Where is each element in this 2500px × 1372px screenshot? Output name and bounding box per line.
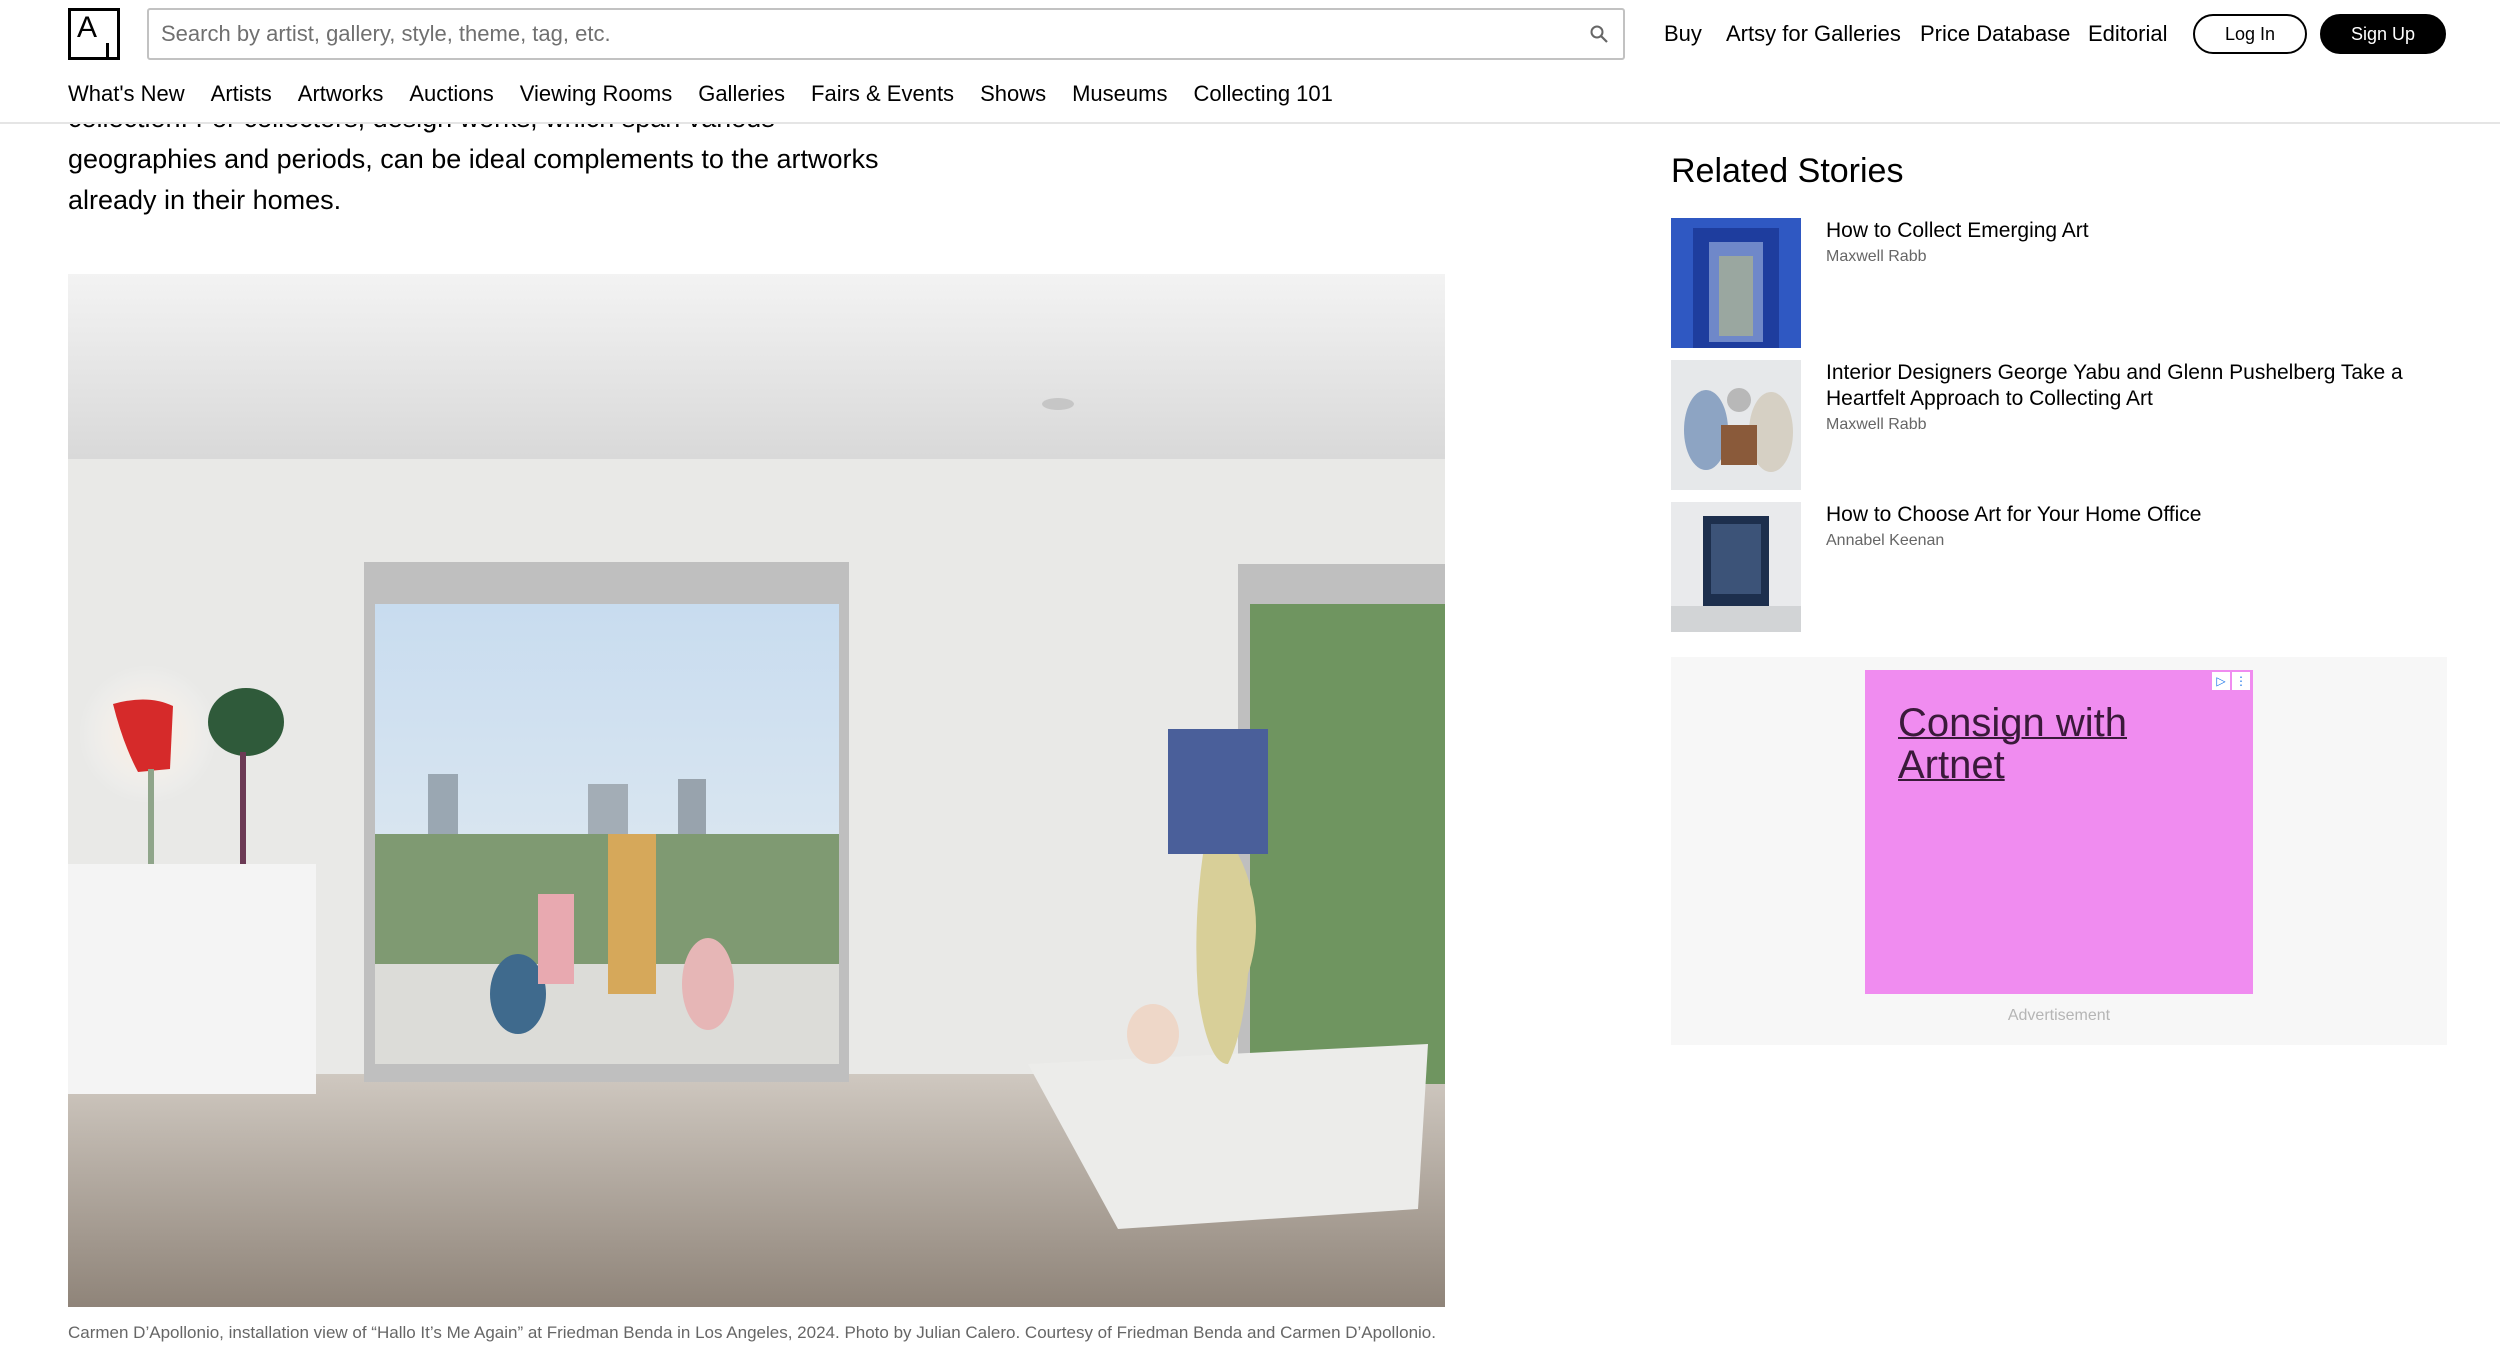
- related-story-item[interactable]: How to Choose Art for Your Home Office A…: [1671, 502, 2447, 632]
- top-nav-galleries[interactable]: Artsy for Galleries: [1726, 14, 1901, 54]
- image-caption: Carmen D’Apollonio, installation view of…: [68, 1323, 1436, 1342]
- related-story-item[interactable]: How to Collect Emerging Art Maxwell Rabb: [1671, 218, 2447, 348]
- subnav-fairs-events[interactable]: Fairs & Events: [811, 74, 954, 114]
- article-hero-image[interactable]: [68, 274, 1445, 1307]
- signup-button[interactable]: Sign Up: [2320, 14, 2446, 54]
- nav-link-price-database[interactable]: Price Database: [1920, 14, 2070, 54]
- subnav-collecting-101[interactable]: Collecting 101: [1193, 74, 1332, 114]
- subnav-viewing-rooms[interactable]: Viewing Rooms: [520, 74, 672, 114]
- story-thumbnail[interactable]: [1671, 360, 1801, 490]
- ad-choices-icon[interactable]: ▷: [2212, 672, 2230, 690]
- subnav-shows[interactable]: Shows: [980, 74, 1046, 114]
- ad-headline-line: Artnet: [1898, 743, 2005, 787]
- logo-letter: A: [77, 11, 98, 44]
- story-title[interactable]: How to Collect Emerging Art: [1826, 219, 2089, 242]
- ad-headline[interactable]: Consign with Artnet: [1898, 702, 2127, 786]
- story-title-block[interactable]: How to Collect Emerging Art Maxwell Rabb: [1826, 218, 2446, 268]
- nav-link-artsy-for-galleries[interactable]: Artsy for Galleries: [1726, 14, 1901, 54]
- top-nav-price-db[interactable]: Price Database: [1920, 14, 2070, 54]
- ad-choices[interactable]: ▷ ⋮: [2212, 672, 2250, 690]
- story-thumbnail[interactable]: [1671, 502, 1801, 632]
- advertisement-banner[interactable]: ▷ ⋮ Consign with Artnet: [1865, 670, 2253, 994]
- advertisement-container: ▷ ⋮ Consign with Artnet Advertisement: [1671, 657, 2447, 1045]
- site-header: A Buy Artsy for Galleries Price Database…: [0, 0, 2500, 124]
- story-title-block[interactable]: Interior Designers George Yabu and Glenn…: [1826, 360, 2446, 436]
- subnav-museums[interactable]: Museums: [1072, 74, 1167, 114]
- top-nav-buy[interactable]: Buy: [1664, 14, 1702, 54]
- story-author: Annabel Keenan: [1826, 532, 1945, 549]
- category-nav: What's New Artists Artworks Auctions Vie…: [68, 74, 1359, 114]
- nav-link-buy[interactable]: Buy: [1664, 14, 1702, 54]
- top-nav-editorial[interactable]: Editorial: [2088, 14, 2167, 54]
- nav-link-editorial[interactable]: Editorial: [2088, 14, 2167, 54]
- search-icon[interactable]: [1589, 24, 1609, 44]
- related-story-item[interactable]: Interior Designers George Yabu and Glenn…: [1671, 360, 2447, 490]
- story-title[interactable]: How to Choose Art for Your Home Office: [1826, 503, 2201, 526]
- search-input[interactable]: [149, 10, 1623, 58]
- ad-headline-line: Consign with: [1898, 701, 2128, 745]
- login-button[interactable]: Log In: [2193, 14, 2307, 54]
- story-author: Maxwell Rabb: [1826, 416, 1927, 433]
- story-thumbnail[interactable]: [1671, 218, 1801, 348]
- article-line: already in their homes.: [68, 185, 342, 215]
- installation-photo: [68, 274, 1445, 1307]
- subnav-galleries[interactable]: Galleries: [698, 74, 785, 114]
- story-author: Maxwell Rabb: [1826, 248, 1927, 265]
- article-line: geographies and periods, can be ideal co…: [68, 144, 879, 174]
- search-box[interactable]: [147, 8, 1625, 60]
- related-stories-heading: Related Stories: [1671, 152, 1904, 190]
- story-title[interactable]: Interior Designers George Yabu and Glenn…: [1826, 361, 2403, 410]
- subnav-artists[interactable]: Artists: [211, 74, 272, 114]
- subnav-auctions[interactable]: Auctions: [409, 74, 493, 114]
- subnav-whats-new[interactable]: What's New: [68, 74, 185, 114]
- subnav-artworks[interactable]: Artworks: [298, 74, 384, 114]
- logo-mark: [106, 43, 109, 57]
- advertisement-label: Advertisement: [2007, 1007, 2111, 1024]
- ad-options-icon[interactable]: ⋮: [2232, 672, 2250, 690]
- story-title-block[interactable]: How to Choose Art for Your Home Office A…: [1826, 502, 2446, 552]
- artsy-logo[interactable]: A: [68, 8, 120, 60]
